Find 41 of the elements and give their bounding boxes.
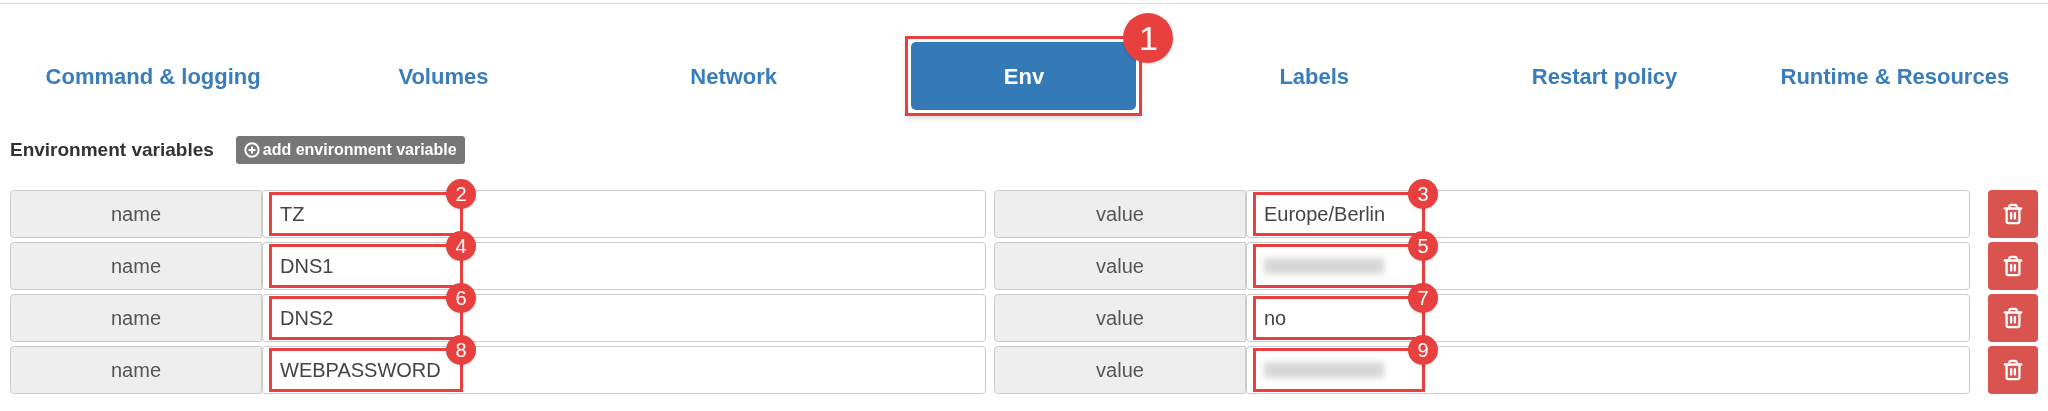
trash-icon — [2002, 307, 2024, 329]
field-label: value — [994, 346, 1246, 394]
field-label: name — [10, 346, 262, 394]
marker-number: 4 — [446, 231, 476, 261]
field-value: DNS2 — [280, 306, 334, 331]
section-title: Environment variables — [10, 137, 214, 162]
field-label: value — [994, 190, 1246, 238]
tab[interactable]: Labels — [1259, 42, 1370, 110]
tab[interactable]: Env — [911, 42, 1137, 110]
field-value: DNS1 — [280, 254, 334, 279]
field-label: value — [994, 294, 1246, 342]
marker-number: 5 — [1408, 231, 1438, 261]
marker-number: 6 — [446, 283, 476, 313]
field-label: name — [10, 190, 262, 238]
field-value: no — [1264, 306, 1287, 331]
plus-icon — [243, 142, 260, 158]
marker-number: 2 — [446, 179, 476, 209]
marker-number: 1 — [1123, 13, 1174, 63]
tab[interactable]: Command & logging — [25, 42, 281, 110]
field-value: Europe/Berlin — [1264, 202, 1386, 227]
marker-number: 8 — [446, 335, 476, 365]
tab[interactable]: Runtime & Resources — [1760, 42, 2030, 110]
field-label: value — [994, 242, 1246, 290]
field-value: TZ — [280, 202, 305, 227]
marker-number: 9 — [1408, 335, 1438, 365]
delete-button[interactable] — [1988, 294, 2038, 342]
delete-button[interactable] — [1988, 346, 2038, 394]
field-value: WEBPASSWORD — [280, 358, 441, 383]
marker-number: 3 — [1408, 179, 1438, 209]
field-label: name — [10, 294, 262, 342]
trash-icon — [2002, 203, 2024, 225]
trash-icon — [2002, 255, 2024, 277]
field-label: name — [10, 242, 262, 290]
tab[interactable]: Network — [670, 42, 798, 110]
delete-button[interactable] — [1988, 242, 2038, 290]
marker-number: 7 — [1408, 283, 1438, 313]
tab[interactable]: Volumes — [378, 42, 509, 110]
delete-button[interactable] — [1988, 190, 2038, 238]
add-variable-button[interactable]: add environment variable — [235, 136, 465, 164]
trash-icon — [2002, 359, 2024, 381]
tab[interactable]: Restart policy — [1511, 42, 1698, 110]
